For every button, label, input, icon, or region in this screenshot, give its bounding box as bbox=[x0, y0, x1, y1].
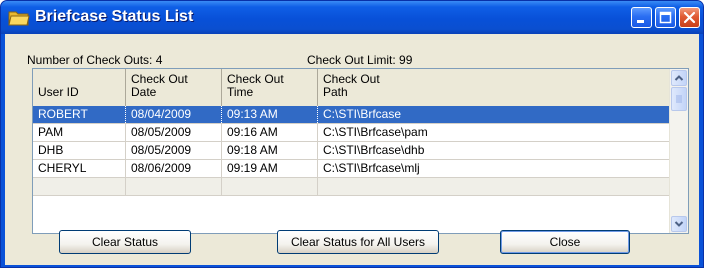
scroll-up-button[interactable] bbox=[671, 70, 687, 86]
path-cell: C:\STI\Brfcase\dhb bbox=[323, 143, 425, 157]
grid-header: User ID Check Out Date Check Out Time Ch… bbox=[33, 69, 670, 106]
window-title: Briefcase Status List bbox=[35, 8, 194, 25]
scroll-down-button[interactable] bbox=[671, 216, 687, 232]
chevron-up-icon bbox=[674, 75, 684, 81]
column-header-line2: User ID bbox=[38, 85, 79, 99]
empty-row bbox=[33, 178, 670, 196]
path-cell: C:\STI\Brfcase\mlj bbox=[323, 161, 420, 175]
time-cell: 09:18 AM bbox=[222, 142, 318, 159]
close-icon bbox=[683, 11, 696, 24]
date-cell: 08/04/2009 bbox=[126, 106, 222, 123]
minimize-icon bbox=[637, 20, 644, 23]
checkout-grid[interactable]: User ID Check Out Date Check Out Time Ch… bbox=[32, 68, 689, 234]
grip-icon bbox=[676, 95, 682, 103]
column-header-date[interactable]: Check Out Date bbox=[126, 69, 222, 106]
empty-cell bbox=[126, 178, 222, 195]
checkout-count-label: Number of Check Outs: 4 bbox=[27, 53, 163, 67]
table-row[interactable]: DHB 08/05/2009 09:18 AM C:\STI\Brfcase\d… bbox=[33, 142, 670, 160]
column-header-user-id[interactable]: User ID bbox=[33, 69, 126, 106]
minimize-button[interactable] bbox=[631, 7, 652, 28]
date-cell: 08/05/2009 bbox=[126, 124, 222, 141]
time-cell: 09:13 AM bbox=[222, 106, 318, 123]
briefcase-folder-icon bbox=[8, 11, 30, 26]
checkout-limit-label: Check Out Limit: 99 bbox=[307, 53, 413, 67]
column-header-line2: Time bbox=[227, 85, 254, 99]
time-cell: 09:19 AM bbox=[222, 160, 318, 177]
maximize-icon bbox=[659, 11, 672, 24]
dialog-body: Number of Check Outs: 4 Check Out Limit:… bbox=[5, 34, 699, 265]
clear-all-status-button[interactable]: Clear Status for All Users bbox=[277, 230, 439, 254]
user-id-cell: PAM bbox=[33, 124, 126, 141]
column-header-line2: Path bbox=[323, 85, 348, 99]
column-header-line1: Check Out bbox=[323, 72, 380, 86]
scroll-thumb[interactable] bbox=[671, 87, 687, 111]
user-id-cell: CHERYL bbox=[33, 160, 126, 177]
maximize-button[interactable] bbox=[655, 7, 676, 28]
column-header-path[interactable]: Check Out Path bbox=[318, 69, 670, 106]
user-id-cell: DHB bbox=[33, 142, 126, 159]
chevron-down-icon bbox=[674, 221, 684, 227]
briefcase-status-window: Briefcase Status List Number of Check Ou… bbox=[0, 0, 704, 268]
vertical-scrollbar[interactable] bbox=[669, 69, 688, 233]
empty-cell bbox=[222, 178, 318, 195]
path-cell: C:\STI\Brfcase bbox=[323, 107, 402, 121]
time-cell: 09:16 AM bbox=[222, 124, 318, 141]
user-id-cell: ROBERT bbox=[33, 106, 126, 123]
table-row[interactable]: ROBERT 08/04/2009 09:13 AM C:\STI\Brfcas… bbox=[33, 106, 670, 124]
clear-status-button[interactable]: Clear Status bbox=[59, 230, 191, 254]
table-row[interactable]: CHERYL 08/06/2009 09:19 AM C:\STI\Brfcas… bbox=[33, 160, 670, 178]
empty-cell bbox=[318, 178, 670, 195]
title-bar[interactable]: Briefcase Status List bbox=[1, 1, 703, 34]
path-cell: C:\STI\Brfcase\pam bbox=[323, 125, 428, 139]
date-cell: 08/06/2009 bbox=[126, 160, 222, 177]
close-window-button[interactable] bbox=[679, 7, 700, 28]
empty-cell bbox=[33, 178, 126, 195]
column-header-line2: Date bbox=[131, 85, 157, 99]
column-header-time[interactable]: Check Out Time bbox=[222, 69, 318, 106]
date-cell: 08/05/2009 bbox=[126, 142, 222, 159]
table-row[interactable]: PAM 08/05/2009 09:16 AM C:\STI\Brfcase\p… bbox=[33, 124, 670, 142]
close-button[interactable]: Close bbox=[500, 230, 630, 254]
